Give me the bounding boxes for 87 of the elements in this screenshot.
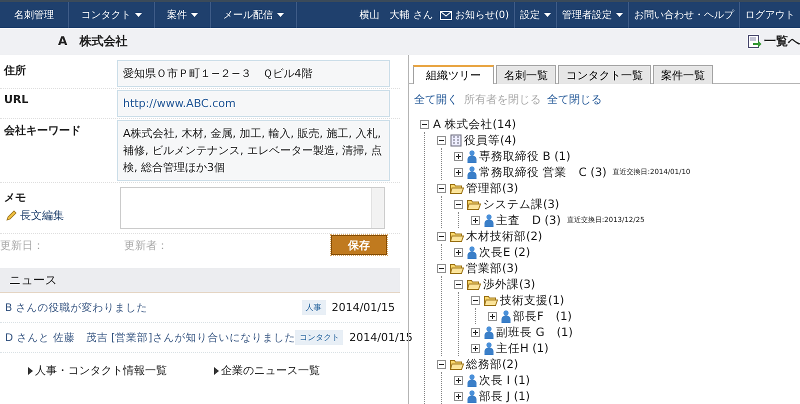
updated-by-label: 更新者： — [124, 238, 169, 252]
tree-node-label[interactable]: 部長F (1) — [513, 308, 572, 324]
tree-action-link[interactable]: 全て開く — [414, 92, 458, 107]
folder-icon — [484, 294, 498, 306]
person-icon — [467, 374, 477, 386]
url-field[interactable]: http://www.ABC.com — [117, 90, 390, 117]
triangle-icon — [214, 366, 219, 374]
expand-icon[interactable] — [454, 152, 463, 160]
folder-icon — [467, 198, 481, 210]
collapse-icon[interactable] — [437, 184, 446, 192]
folder-icon — [450, 262, 464, 274]
tree-node-label[interactable]: 管理部(3) — [466, 180, 518, 196]
scrollbar — [371, 188, 384, 228]
tree-node-label[interactable]: 営業部(3) — [466, 260, 518, 276]
collapse-icon[interactable] — [471, 296, 480, 304]
expand-icon[interactable] — [454, 392, 463, 400]
expand-icon[interactable] — [454, 168, 463, 176]
person-icon — [484, 342, 494, 354]
news-tag: コンタクト — [295, 330, 344, 345]
tree-node-label[interactable]: 役員等(4) — [464, 132, 516, 148]
news-link[interactable]: B さんの役職が変わりました — [5, 300, 302, 314]
pencil-icon — [6, 210, 17, 221]
field-label: URL — [3, 92, 30, 108]
tree-node-label[interactable]: 主任H (1) — [496, 340, 549, 356]
updated-date-label: 更新日： — [0, 238, 44, 252]
expand-icon[interactable] — [471, 328, 480, 336]
news-link[interactable]: D さんと 佐藤 茂吉 [営業部]さんが知り合いになりました — [5, 330, 296, 344]
building-icon — [450, 134, 462, 146]
tree-action-link[interactable]: 全て閉じる — [547, 92, 602, 107]
user-name: 横山 大輔 さん — [360, 8, 433, 22]
tree-node-label[interactable]: 次長E (2) — [479, 244, 530, 260]
long-edit-link[interactable]: 長文編集 — [6, 208, 117, 223]
news-tag: 人事 — [302, 300, 326, 315]
person-icon — [467, 246, 477, 258]
folder-icon — [467, 278, 481, 290]
company-title: A 株式会社 — [58, 33, 128, 50]
tree-node-label[interactable]: 渉外課(3) — [483, 276, 536, 292]
mail-icon — [440, 10, 452, 20]
back-to-list-link[interactable]: 一覧へ — [748, 33, 800, 50]
field-value: A株式会社, 木材, 金属, 加工, 輸入, 販売, 施工, 入札, 補修, ビルメンテナンス, エレベーター製造, 清掃, 点検, 総合管理ほか3個 — [117, 120, 390, 181]
field-label: 会社キーワード — [3, 123, 82, 139]
tree-node-label[interactable]: 木材技術部(2) — [466, 228, 542, 244]
tab[interactable]: 案件一覧 — [653, 65, 713, 84]
tree-node-label[interactable]: 部長 J (1) — [479, 388, 530, 404]
collapse-icon[interactable] — [454, 200, 463, 208]
list-link[interactable]: 人事・コンタクト情報一覧 — [28, 363, 214, 378]
news-date: 2014/01/15 — [349, 331, 413, 344]
person-icon — [501, 310, 511, 322]
expand-icon[interactable] — [454, 376, 463, 384]
tree-node-label[interactable]: 主査 D (3) — [496, 212, 561, 228]
person-icon — [467, 150, 477, 162]
tree-node-label[interactable]: システム課(3) — [483, 196, 560, 212]
tab[interactable]: 名刺一覧 — [496, 65, 556, 84]
field-label: メモ — [3, 190, 27, 206]
expand-icon[interactable] — [488, 312, 497, 320]
news-header: ニュース — [0, 268, 400, 293]
tree-node-label[interactable]: 専務取締役 B (1) — [479, 148, 570, 164]
triangle-icon — [28, 366, 33, 374]
field-label: 住所 — [2, 63, 27, 79]
collapse-icon[interactable] — [454, 280, 463, 288]
person-icon — [484, 214, 494, 226]
person-icon — [467, 390, 477, 402]
folder-icon — [450, 230, 464, 242]
expand-icon[interactable] — [471, 344, 480, 352]
collapse-icon[interactable] — [437, 360, 446, 368]
folder-icon — [450, 358, 464, 370]
list-link[interactable]: 企業のニュース一覧 — [214, 363, 400, 378]
collapse-icon[interactable] — [437, 232, 446, 240]
person-icon — [484, 326, 494, 338]
collapse-icon[interactable] — [437, 264, 446, 272]
expand-icon[interactable] — [454, 248, 463, 256]
notifications-link[interactable]: お知らせ(0) — [434, 8, 514, 22]
news-date: 2014/01/15 — [332, 301, 395, 314]
tab[interactable]: コンタクト一覧 — [558, 65, 651, 84]
expand-icon[interactable] — [471, 216, 480, 224]
tree-node-label[interactable]: 総務部(2) — [466, 356, 518, 372]
folder-icon — [450, 182, 464, 194]
tree-node-label[interactable]: 技術支援(1) — [500, 292, 564, 308]
tree-node-label[interactable]: A 株式会社(14) — [433, 116, 516, 132]
tab[interactable]: 組織ツリー — [413, 65, 494, 84]
field-value: 愛知県Ｏ市Ｐ町１−２−３ Ｑビル4階 — [117, 60, 390, 87]
collapse-icon[interactable] — [437, 136, 446, 144]
collapse-icon[interactable] — [420, 120, 429, 128]
person-icon — [467, 166, 477, 178]
tree-node-label[interactable]: 常務取締役 営業 C (3) — [479, 164, 607, 180]
tree-node-label[interactable]: 次長 I (1) — [479, 372, 530, 388]
tree-node-label[interactable]: 副班長 G (1) — [496, 324, 573, 340]
